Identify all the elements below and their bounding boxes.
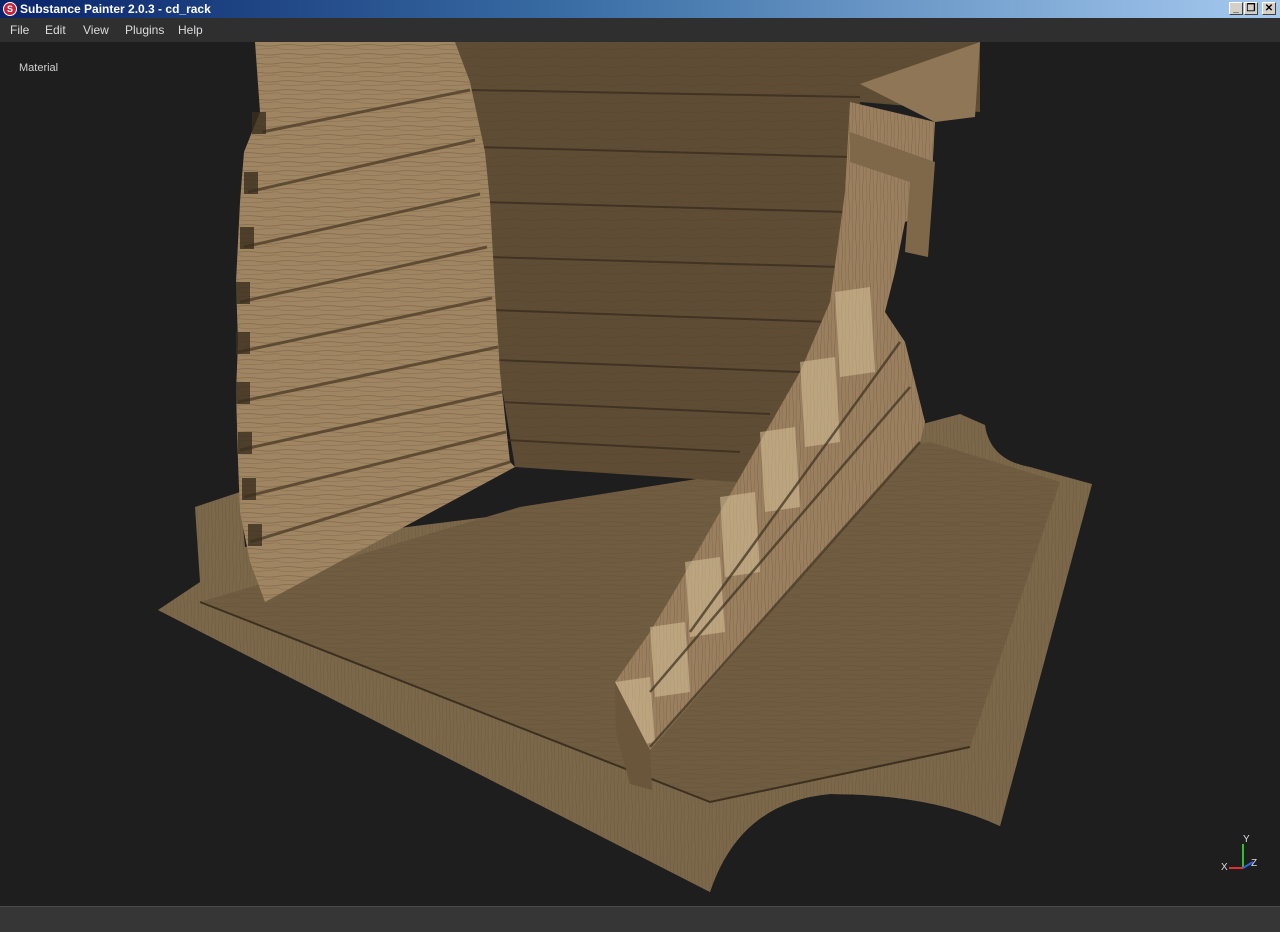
menu-help[interactable]: Help	[178, 23, 203, 37]
axis-y-label: Y	[1243, 834, 1250, 845]
app-icon: S	[3, 2, 17, 16]
viewport-mode-label: Material	[19, 62, 59, 74]
menu-file[interactable]: File	[10, 23, 29, 37]
menu-edit[interactable]: Edit	[45, 23, 66, 37]
close-button[interactable]: ✕	[1262, 2, 1276, 15]
cd-rack-model	[158, 42, 1092, 892]
viewport-3d[interactable]: Material Y X Z	[0, 42, 1280, 906]
axis-z-label: Z	[1251, 858, 1257, 869]
menu-view[interactable]: View	[83, 23, 109, 37]
axis-x-label: X	[1221, 862, 1228, 873]
menu-bar: File Edit View Plugins Help	[0, 18, 1280, 42]
axis-gizmo: Y X Z	[1221, 834, 1257, 873]
window-title: Substance Painter 2.0.3 - cd_rack	[20, 2, 211, 16]
restore-button[interactable]: ❐	[1244, 2, 1258, 15]
status-bar	[0, 906, 1280, 932]
title-bar[interactable]: S Substance Painter 2.0.3 - cd_rack _ ❐ …	[0, 0, 1280, 18]
menu-plugins[interactable]: Plugins	[125, 23, 164, 37]
minimize-button[interactable]: _	[1229, 2, 1243, 15]
